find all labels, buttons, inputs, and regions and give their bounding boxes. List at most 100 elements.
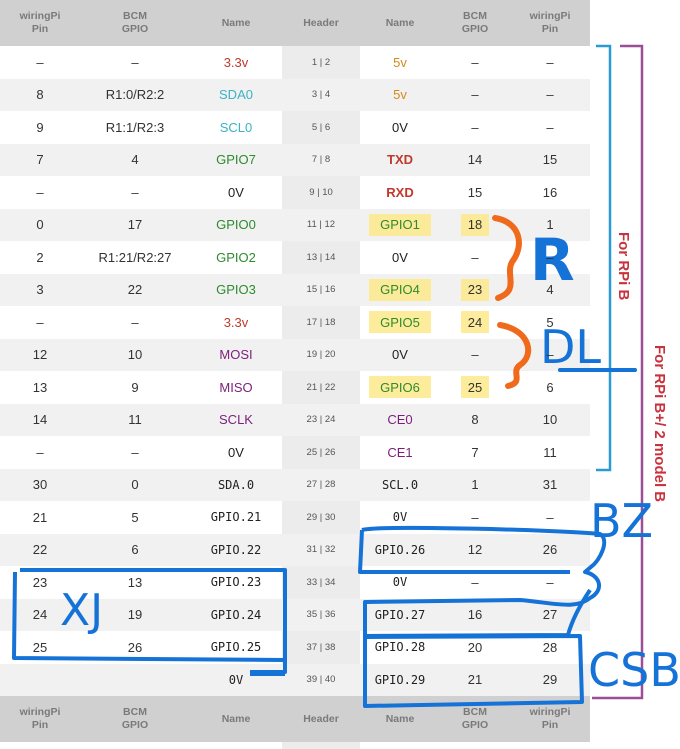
header-pins-cell: 1 | 2	[311, 56, 331, 68]
pin-name-cell: 0V	[228, 444, 244, 460]
column-header: Header	[303, 712, 339, 725]
bcm-gpio-cell: –	[471, 574, 479, 590]
pin-row: 23 13 GPIO.23 33 | 34 0V – –	[0, 566, 590, 599]
wiringpi-pin-cell: 6	[546, 379, 554, 395]
wiringpi-pin-cell: 1	[546, 217, 554, 233]
pin-row: – – 3.3v 1 | 2 5v – –	[0, 46, 590, 79]
wiringpi-pin-cell: 25	[32, 639, 48, 655]
wiringpi-pin-cell: 14	[32, 412, 48, 428]
bcm-gpio-cell: 16	[467, 607, 483, 623]
wiringpi-pin-cell: 3	[36, 282, 44, 298]
bcm-gpio-cell: R1:21/R2:27	[98, 249, 172, 265]
pin-name-cell: TXD	[387, 152, 413, 168]
bcm-gpio-cell: 6	[131, 542, 139, 558]
pin-name-cell: RXD	[386, 184, 414, 200]
wiringpi-pin-cell: 4	[546, 282, 554, 298]
pin-name-cell: GPIO.21	[210, 510, 262, 525]
wiringpi-pin-cell: 24	[32, 607, 48, 623]
pin-name-cell: GPIO.27	[374, 607, 426, 622]
header-pins-cell: 15 | 16	[306, 284, 336, 296]
header-pins-cell: 5 | 6	[311, 121, 331, 133]
column-header: wiringPi Pin	[19, 706, 61, 731]
column-header: BCM GPIO	[461, 706, 489, 731]
pin-row: 21 5 GPIO.21 29 | 30 0V – –	[0, 501, 590, 534]
pin-row: 9 R1:1/R2:3 SCL0 5 | 6 0V – –	[0, 111, 590, 144]
pin-name-cell: 5v	[393, 54, 407, 70]
pin-name-cell: GPIO3	[216, 282, 256, 298]
pin-name-cell: GPIO.23	[210, 575, 262, 590]
bcm-gpio-cell: 15	[467, 184, 483, 200]
wiringpi-pin-cell: 28	[542, 639, 558, 655]
wiringpi-pin-cell: 31	[542, 477, 558, 493]
pin-name-cell: GPIO1	[380, 217, 420, 233]
pin-name-cell: SCL.0	[381, 477, 419, 492]
bracket-rpi-b	[596, 44, 612, 472]
header-pins-cell: 17 | 18	[306, 316, 336, 328]
header-pins-cell: 27 | 28	[306, 479, 336, 491]
bcm-gpio-cell: R1:0/R2:2	[105, 87, 165, 103]
wiringpi-pin-cell: 15	[542, 152, 558, 168]
column-header-row: wiringPi Pin BCM GPIO Name Header Name BCM GP…	[0, 696, 590, 742]
pin-name-cell: 0V	[228, 672, 244, 687]
bcm-gpio-cell: 10	[127, 347, 143, 363]
bcm-gpio-cell: –	[471, 347, 479, 363]
pin-row: 12 10 MOSI 19 | 20 0V – –	[0, 338, 590, 371]
pin-row: 8 R1:0/R2:2 SDA0 3 | 4 5v – –	[0, 78, 590, 111]
pin-name-cell: GPIO0	[216, 217, 256, 233]
pin-row: – – 0V 9 | 10 RXD 15 16	[0, 176, 590, 209]
bcm-gpio-cell: 14	[467, 152, 483, 168]
pin-row: 14 11 SCLK 23 | 24 CE0 8 10	[0, 403, 590, 436]
bcm-gpio-cell: 18	[467, 217, 483, 233]
wiringpi-pin-cell: –	[546, 119, 554, 135]
header-pins-cell: 35 | 36	[306, 609, 336, 621]
pin-name-cell: GPIO5	[380, 314, 420, 330]
bcm-gpio-cell: 13	[127, 574, 143, 590]
column-header: wiringPi Pin	[529, 10, 571, 35]
column-header: wiringPi Pin	[529, 706, 571, 731]
pin-name-cell: MOSI	[219, 347, 253, 363]
bcm-gpio-cell: 25	[467, 379, 483, 395]
header-pins-cell: 29 | 30	[306, 511, 336, 523]
bcm-gpio-cell: 12	[467, 542, 483, 558]
wiringpi-pin-cell: –	[546, 509, 554, 525]
header-pins-cell: 39 | 40	[306, 674, 336, 686]
pin-name-cell: 0V	[392, 575, 408, 590]
header-pins-cell: 33 | 34	[306, 576, 336, 588]
header-pins-cell: 3 | 4	[311, 89, 331, 101]
pin-name-cell: 3.3v	[223, 314, 249, 330]
pin-name-cell: 0V	[392, 347, 408, 363]
wiringpi-pin-cell: 12	[32, 347, 48, 363]
pin-row: 24 19 GPIO.24 35 | 36 GPIO.27 16 27	[0, 598, 590, 631]
header-pins-cell: 13 | 14	[306, 251, 336, 263]
wiringpi-pin-cell: –	[546, 249, 554, 265]
column-header: wiringPi Pin	[19, 10, 61, 35]
pin-row: 7 4 GPIO7 7 | 8 TXD 14 15	[0, 143, 590, 176]
pin-name-cell: 0V	[392, 249, 408, 265]
bcm-gpio-cell: 24	[467, 314, 483, 330]
column-header: BCM GPIO	[461, 10, 489, 35]
pin-name-cell: SDA.0	[217, 477, 255, 492]
pin-name-cell: CE1	[387, 444, 413, 460]
wiringpi-pin-cell: –	[546, 347, 554, 363]
wiringpi-pin-cell: 11	[543, 444, 557, 460]
pin-name-cell: GPIO4	[380, 282, 420, 298]
wiringpi-pin-cell: 10	[542, 412, 558, 428]
bcm-gpio-cell: 23	[467, 282, 483, 298]
bcm-gpio-cell: 9	[131, 379, 139, 395]
bcm-gpio-cell: 7	[471, 444, 479, 460]
bracket-rpi-bplus	[592, 44, 644, 700]
header-pins-cell: 21 | 22	[306, 381, 336, 393]
pin-name-cell: GPIO6	[380, 379, 420, 395]
pin-row: 30 0 SDA.0 27 | 28 SCL.0 1 31	[0, 468, 590, 501]
bcm-gpio-cell: 17	[127, 217, 143, 233]
pin-name-cell: 0V	[228, 184, 244, 200]
pin-row: 22 6 GPIO.22 31 | 32 GPIO.26 12 26	[0, 533, 590, 566]
column-header: Name	[385, 712, 415, 725]
pin-name-cell: GPIO.24	[210, 607, 262, 622]
pin-name-cell: GPIO.25	[210, 640, 262, 655]
gpio-pinout-table: wiringPi Pin BCM GPIO Name Header Name BCM GP…	[0, 0, 590, 749]
bcm-gpio-cell: 21	[467, 672, 483, 688]
column-header: Header	[303, 16, 339, 29]
wiringpi-pin-cell	[0, 664, 80, 697]
bcm-gpio-cell: 1	[471, 477, 479, 493]
